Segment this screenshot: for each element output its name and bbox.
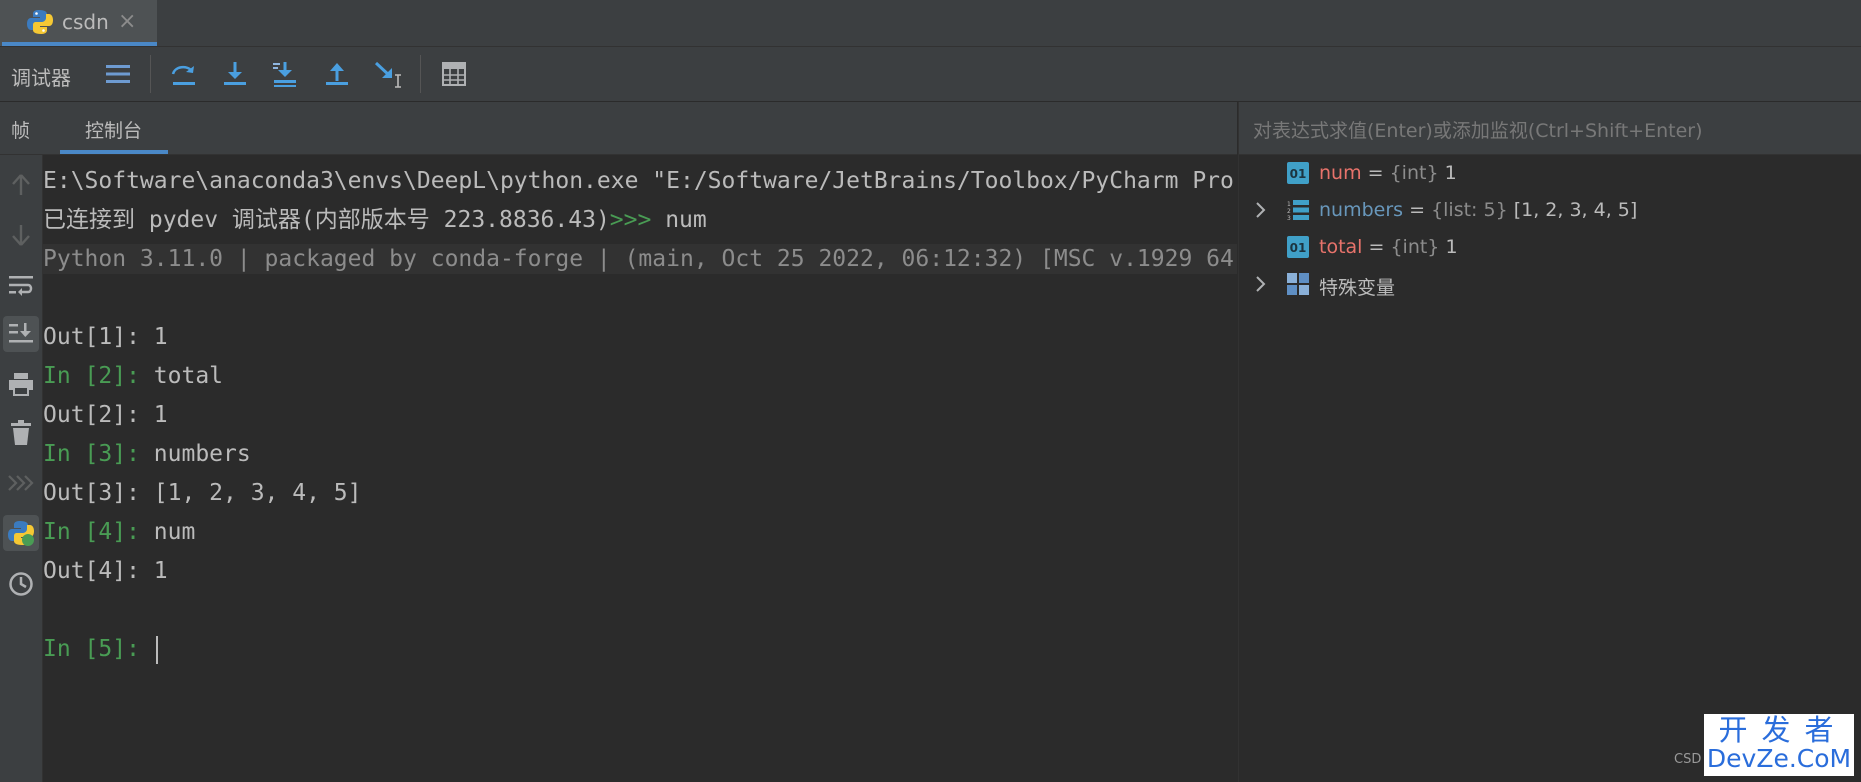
console-line-input: In [2]: total <box>43 363 224 389</box>
toolbar-separator <box>150 55 151 93</box>
step-into-my-code-button[interactable] <box>268 57 302 91</box>
step-into-icon <box>224 62 246 85</box>
debugger-label: 调试器 <box>11 66 71 90</box>
clock-icon <box>9 572 33 596</box>
svg-text:01: 01 <box>1290 241 1307 255</box>
evaluate-expression-button[interactable] <box>437 57 471 91</box>
editor-tab-bar: csdn × <box>0 0 1861 47</box>
variables-pane: 01 num = {int} 1 1 2 3 numbers = {list: … <box>1238 155 1861 782</box>
soft-wrap-icon <box>9 276 33 296</box>
watermark-bottom-text: DevZe.CoM <box>1706 744 1852 773</box>
console-line-output: Out[4]: 1 <box>43 558 168 584</box>
console-line-command: E:\Software\anaconda3\envs\DeepL\python.… <box>43 168 1234 194</box>
calculator-icon <box>442 62 466 86</box>
watermark: 开发者 DevZe.CoM <box>1704 714 1854 776</box>
int-variable-icon: 01 <box>1287 236 1309 258</box>
run-to-cursor-icon <box>374 61 401 88</box>
console-line-output: Out[3]: [1, 2, 3, 4, 5] <box>43 480 362 506</box>
console-line-output: Out[2]: 1 <box>43 402 168 428</box>
history-button[interactable] <box>3 566 39 602</box>
scroll-to-end-button[interactable] <box>3 316 39 352</box>
console-line-input: In [3]: numbers <box>43 441 251 467</box>
variable-row-special-variables[interactable]: 特殊变量 <box>1239 266 1861 302</box>
hamburger-icon <box>106 65 130 83</box>
python-console-button[interactable] <box>3 515 39 551</box>
tab-title: csdn <box>62 10 109 34</box>
variable-row-numbers[interactable]: 1 2 3 numbers = {list: 5} [1, 2, 3, 4, 5… <box>1239 192 1861 228</box>
svg-text:3: 3 <box>1287 215 1291 221</box>
close-icon[interactable]: × <box>118 9 136 34</box>
step-into-button[interactable] <box>218 57 252 91</box>
step-into-my-code-icon <box>273 62 296 87</box>
console-line-connected: 已连接到 pydev 调试器(内部版本号 223.8836.43)>>> num <box>43 207 707 233</box>
watermark-left-text: CSD <box>1674 752 1702 767</box>
python-console-icon <box>8 521 34 546</box>
tab-csdn[interactable]: csdn × <box>0 0 157 46</box>
scroll-down-button[interactable] <box>3 217 39 253</box>
active-tab-indicator <box>2 42 157 46</box>
chevron-right-icon[interactable] <box>1251 272 1271 296</box>
python-icon <box>27 10 53 34</box>
debug-panel-tabs: 帧 控制台 <box>0 102 1237 155</box>
step-out-button[interactable] <box>320 57 354 91</box>
toolbar-separator <box>420 55 421 93</box>
run-to-cursor-button[interactable] <box>371 57 405 91</box>
chevron-right-icon[interactable] <box>1251 198 1271 222</box>
console-side-toolbar <box>0 155 43 782</box>
arrow-down-icon <box>12 225 30 246</box>
tab-frames[interactable]: 帧 <box>11 116 30 143</box>
console-input-prompt[interactable]: In [5]: <box>43 634 158 664</box>
tab-console[interactable]: 控制台 <box>85 116 142 143</box>
trash-icon <box>11 420 31 445</box>
active-tab-indicator <box>60 150 168 154</box>
step-over-icon <box>171 65 195 85</box>
execute-selection-button[interactable] <box>3 465 39 501</box>
variable-row-total[interactable]: 01 total = {int} 1 <box>1239 229 1861 265</box>
scroll-to-end-icon <box>9 323 33 343</box>
text-cursor <box>155 635 158 664</box>
watch-input-placeholder[interactable]: 对表达式求值(Enter)或添加监视(Ctrl+Shift+Enter) <box>1253 116 1702 143</box>
watermark-top-text: 开发者 <box>1718 713 1848 747</box>
int-variable-icon: 01 <box>1287 162 1309 184</box>
threads-menu-button[interactable] <box>101 57 135 91</box>
console-line-output: Out[1]: 1 <box>43 324 168 350</box>
debugger-toolbar: 调试器 <box>0 47 1861 102</box>
console-line-input: In [4]: num <box>43 519 196 545</box>
variable-row-num[interactable]: 01 num = {int} 1 <box>1239 155 1861 191</box>
print-button[interactable] <box>3 366 39 402</box>
special-variables-icon <box>1287 273 1309 295</box>
console-line-python-version: Python 3.11.0 | packaged by conda-forge … <box>43 244 1237 274</box>
step-out-icon <box>326 63 348 85</box>
svg-text:2: 2 <box>1287 208 1291 215</box>
svg-text:1: 1 <box>1287 201 1291 208</box>
svg-text:01: 01 <box>1290 167 1307 181</box>
list-variable-icon: 1 2 3 <box>1287 200 1309 221</box>
console-output[interactable]: E:\Software\anaconda3\envs\DeepL\python.… <box>43 155 1237 782</box>
printer-icon <box>9 373 33 396</box>
step-over-button[interactable] <box>167 57 201 91</box>
arrow-up-icon <box>12 174 30 195</box>
scroll-up-button[interactable] <box>3 167 39 203</box>
clear-console-button[interactable] <box>3 415 39 451</box>
double-chevron-right-icon <box>8 475 34 491</box>
watch-expression-bar[interactable]: 对表达式求值(Enter)或添加监视(Ctrl+Shift+Enter) <box>1238 102 1861 155</box>
soft-wrap-button[interactable] <box>3 267 39 303</box>
